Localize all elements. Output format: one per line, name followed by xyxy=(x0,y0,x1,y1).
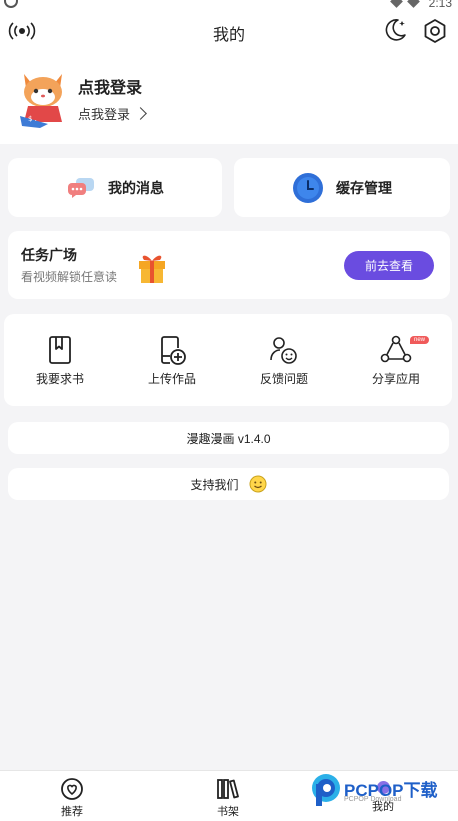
version-row[interactable]: 漫趣漫画 v1.4.0 xyxy=(8,422,449,454)
tool-upload-work[interactable]: 上传作品 xyxy=(116,314,228,406)
share-icon xyxy=(380,335,412,363)
tool-label: 反馈问题 xyxy=(259,372,308,386)
chevron-right-icon xyxy=(134,107,147,120)
tool-label: 上传作品 xyxy=(147,372,196,386)
watermark-sub: PCPOP Download xyxy=(344,796,402,803)
svg-text:$ .: $ . xyxy=(28,115,37,123)
status-bar: 2:13 xyxy=(0,0,458,10)
login-link-label: 点我登录 xyxy=(78,107,131,122)
task-plaza-card: 任务广场 看视频解锁任意读 前去查看 xyxy=(8,231,450,299)
login-link[interactable]: 点我登录 xyxy=(78,104,147,123)
book-request-icon xyxy=(49,336,71,364)
clock-icon xyxy=(293,172,323,203)
pcpop-logo-icon xyxy=(312,774,340,806)
tools-grid: 我要求书 上传作品 反馈问题 new 分享应用 xyxy=(4,314,452,406)
profile-section[interactable]: $ . 点我登录 点我登录 xyxy=(0,52,458,144)
gear-icon[interactable] xyxy=(422,18,448,44)
feedback-icon xyxy=(270,337,297,364)
watermark: PCPOP下载 PCPOP Download xyxy=(310,772,458,818)
task-plaza-subtitle: 看视频解锁任意读 xyxy=(21,270,118,284)
task-plaza-title: 任务广场 xyxy=(21,247,77,263)
moon-icon[interactable] xyxy=(380,16,408,44)
status-indicator-icon xyxy=(4,0,18,8)
recommend-icon xyxy=(61,778,83,800)
support-us-label: 支持我们 xyxy=(190,477,239,492)
tab-label: 书架 xyxy=(217,806,239,818)
tool-feedback[interactable]: 反馈问题 xyxy=(228,314,340,406)
gift-icon xyxy=(139,255,165,283)
cache-management-label: 缓存管理 xyxy=(336,179,392,196)
support-us-row[interactable]: 支持我们 xyxy=(8,468,449,500)
smile-emoji-icon xyxy=(249,475,266,493)
my-messages-label: 我的消息 xyxy=(108,179,164,196)
tool-label: 分享应用 xyxy=(371,372,420,386)
tab-bookshelf[interactable]: 书架 xyxy=(178,775,278,819)
tab-recommend[interactable]: 推荐 xyxy=(22,775,122,819)
go-view-button[interactable]: 前去查看 xyxy=(344,251,434,280)
avatar[interactable]: $ . xyxy=(18,66,68,130)
status-time: 2:13 xyxy=(428,0,452,10)
my-messages-card[interactable]: 我的消息 xyxy=(8,158,222,217)
tool-share-app[interactable]: new 分享应用 xyxy=(340,314,452,406)
login-title[interactable]: 点我登录 xyxy=(78,74,142,98)
new-badge: new xyxy=(410,336,430,344)
tool-request-book[interactable]: 我要求书 xyxy=(4,314,116,406)
cache-management-card[interactable]: 缓存管理 xyxy=(234,158,450,217)
bookshelf-icon xyxy=(217,779,239,799)
header: 我的 xyxy=(0,10,458,52)
tab-label: 推荐 xyxy=(61,806,83,818)
tool-label: 我要求书 xyxy=(35,372,84,386)
upload-work-icon xyxy=(161,336,186,365)
status-icons xyxy=(390,0,420,8)
version-label: 漫趣漫画 v1.4.0 xyxy=(186,431,271,446)
chat-bubble-icon xyxy=(68,177,94,198)
